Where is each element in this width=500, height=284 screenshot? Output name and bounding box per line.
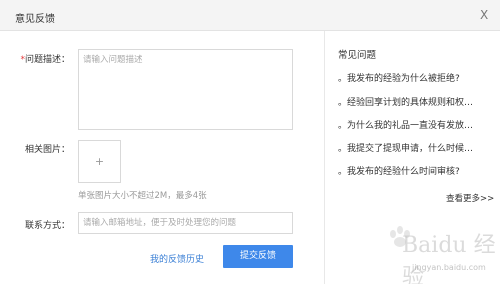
image-upload-button[interactable]: + <box>78 140 121 183</box>
faq-item[interactable]: 。为什么我的礼品一直没有发放… <box>338 118 488 131</box>
watermark-text: Baidu 经验 <box>402 233 496 284</box>
submit-feedback-button[interactable]: 提交反馈 <box>223 245 293 268</box>
faq-item[interactable]: 。我提交了提现申请，什么时候… <box>338 141 488 154</box>
faq-item[interactable]: 。经验回享计划的具体规则和权… <box>338 95 488 108</box>
description-textarea[interactable] <box>79 50 292 129</box>
feedback-history-link[interactable]: 我的反馈历史 <box>150 252 204 265</box>
contact-input[interactable] <box>79 213 292 233</box>
view-more-link[interactable]: 查看更多>> <box>446 192 494 204</box>
description-label-text: 问题描述： <box>24 55 70 65</box>
watermark-url: jingyan.baidu.com <box>412 263 486 272</box>
images-hint: 单张图片大小不超过2M，最多4张 <box>78 191 207 201</box>
description-label: *问题描述： <box>14 52 70 65</box>
images-label: 相关图片： <box>24 145 70 155</box>
close-icon[interactable]: X <box>480 8 488 22</box>
contact-label: 联系方式： <box>24 221 70 231</box>
dialog-title: 意见反馈 <box>15 14 55 25</box>
faq-item[interactable]: 。我发布的经验为什么被拒绝? <box>338 71 488 84</box>
dialog-titlebar: 意见反馈 X <box>0 0 500 31</box>
plus-icon: + <box>94 155 105 168</box>
faq-title: 常见问题 <box>338 50 377 61</box>
contact-field[interactable] <box>78 212 293 234</box>
faq-item[interactable]: 。我发布的经验什么时间审核? <box>338 164 488 177</box>
column-divider <box>324 31 325 284</box>
description-field[interactable] <box>78 49 293 130</box>
